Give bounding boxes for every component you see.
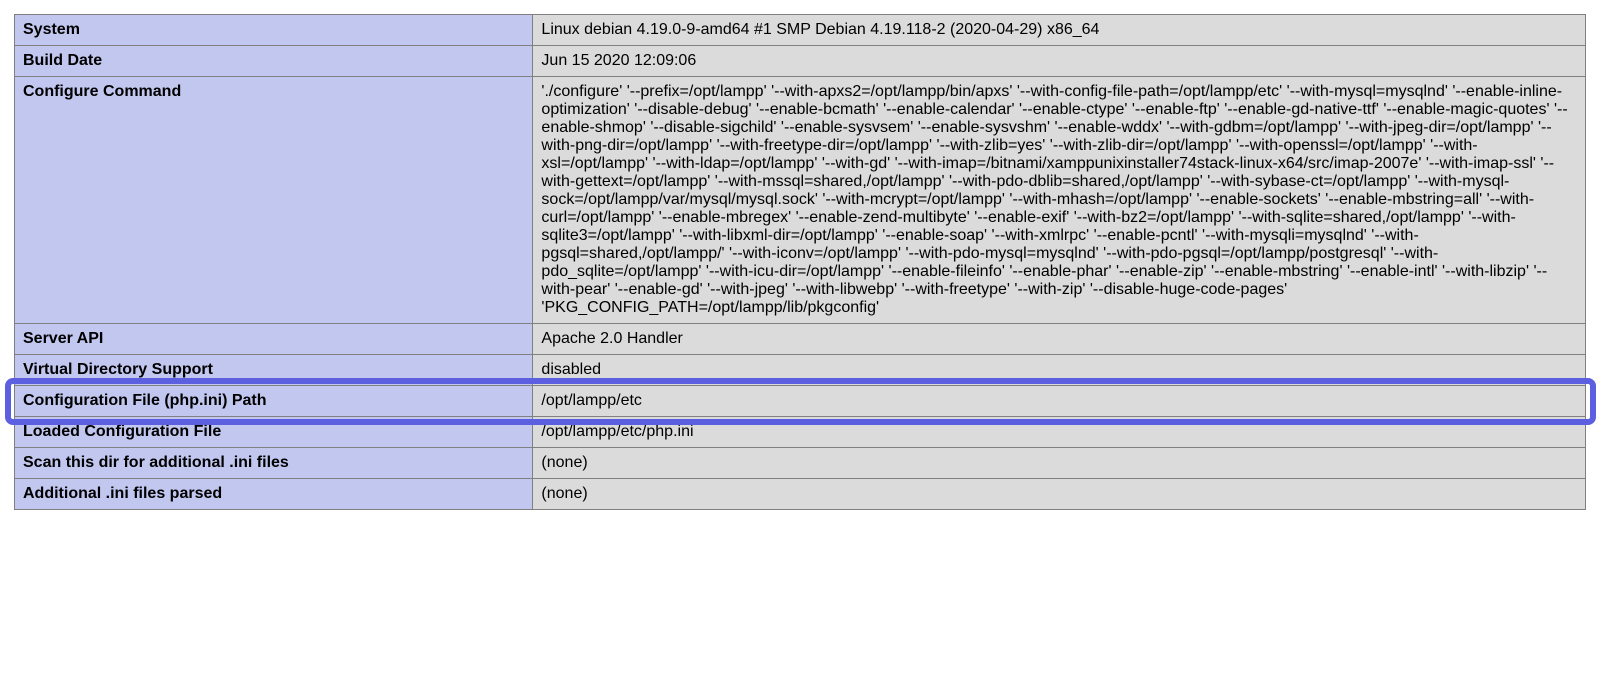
table-row: Loaded Configuration File /opt/lampp/etc… <box>15 417 1586 448</box>
table-row: System Linux debian 4.19.0-9-amd64 #1 SM… <box>15 15 1586 46</box>
row-value: (none) <box>533 479 1586 510</box>
table-row: Build Date Jun 15 2020 12:09:06 <box>15 46 1586 77</box>
row-value: (none) <box>533 448 1586 479</box>
table-row: Virtual Directory Support disabled <box>15 355 1586 386</box>
row-value: disabled <box>533 355 1586 386</box>
row-value: Linux debian 4.19.0-9-amd64 #1 SMP Debia… <box>533 15 1586 46</box>
table-row: Configure Command './configure' '--prefi… <box>15 77 1586 324</box>
row-label: System <box>15 15 533 46</box>
row-label: Server API <box>15 324 533 355</box>
row-label: Configure Command <box>15 77 533 324</box>
phpinfo-table-wrapper: System Linux debian 4.19.0-9-amd64 #1 SM… <box>14 14 1586 510</box>
table-row-highlighted: Configuration File (php.ini) Path /opt/l… <box>15 386 1586 417</box>
row-value: /opt/lampp/etc <box>533 386 1586 417</box>
row-value: './configure' '--prefix=/opt/lampp' '--w… <box>533 77 1586 324</box>
row-value: /opt/lampp/etc/php.ini <box>533 417 1586 448</box>
row-label: Additional .ini files parsed <box>15 479 533 510</box>
row-label: Scan this dir for additional .ini files <box>15 448 533 479</box>
row-label: Virtual Directory Support <box>15 355 533 386</box>
table-row: Server API Apache 2.0 Handler <box>15 324 1586 355</box>
row-value: Apache 2.0 Handler <box>533 324 1586 355</box>
row-label: Build Date <box>15 46 533 77</box>
row-label: Configuration File (php.ini) Path <box>15 386 533 417</box>
row-label: Loaded Configuration File <box>15 417 533 448</box>
row-value: Jun 15 2020 12:09:06 <box>533 46 1586 77</box>
table-row: Scan this dir for additional .ini files … <box>15 448 1586 479</box>
table-row: Additional .ini files parsed (none) <box>15 479 1586 510</box>
phpinfo-table: System Linux debian 4.19.0-9-amd64 #1 SM… <box>14 14 1586 510</box>
